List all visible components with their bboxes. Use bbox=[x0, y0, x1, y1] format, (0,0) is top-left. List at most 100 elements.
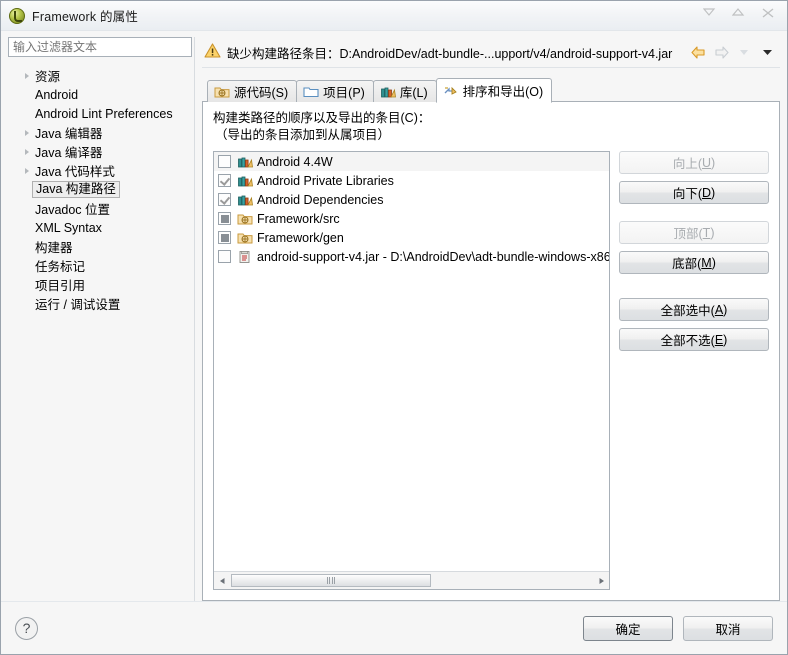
list-item[interactable]: Android Private Libraries bbox=[214, 171, 609, 190]
tab-projects[interactable]: 项目(P) bbox=[296, 80, 374, 102]
move-up-label: 向上( bbox=[672, 157, 702, 171]
window-controls bbox=[696, 3, 781, 22]
sidebar-item-xml-syntax[interactable]: XML Syntax bbox=[8, 218, 192, 237]
move-top-mnemonic: T bbox=[702, 225, 711, 240]
move-bottom-tail: ) bbox=[711, 255, 716, 270]
order-export-icon bbox=[443, 83, 459, 99]
select-all-mnemonic: A bbox=[714, 302, 724, 317]
sidebar-item-label: 项目引用 bbox=[35, 279, 86, 293]
entry-checkbox[interactable] bbox=[218, 155, 231, 168]
ok-button[interactable]: 确定 bbox=[583, 615, 673, 641]
deselect-all-tail: ) bbox=[723, 332, 728, 347]
eclipse-icon bbox=[9, 7, 25, 24]
arrow-left-icon[interactable] bbox=[214, 573, 230, 588]
entry-checkbox[interactable] bbox=[218, 250, 231, 263]
arrow-right-icon[interactable] bbox=[593, 573, 609, 588]
sidebar-item-builders[interactable]: 构建器 bbox=[8, 237, 192, 256]
move-bottom-button[interactable]: 底部(M) bbox=[619, 251, 769, 274]
scrollbar-thumb[interactable] bbox=[231, 574, 431, 587]
list-item[interactable]: Framework/src bbox=[214, 209, 609, 228]
library-icon bbox=[237, 154, 253, 170]
move-top-tail: ) bbox=[710, 225, 715, 240]
warning-icon bbox=[204, 43, 221, 61]
library-icon bbox=[237, 192, 253, 208]
sidebar-item-android-lint-preferences[interactable]: Android Lint Preferences bbox=[8, 104, 192, 123]
move-bottom-label: 底部( bbox=[672, 257, 702, 271]
tab-libraries[interactable]: 库(L) bbox=[372, 80, 437, 102]
cancel-button[interactable]: 取消 bbox=[683, 615, 773, 641]
sidebar-item-java-editor[interactable]: Java 编辑器 bbox=[8, 123, 192, 142]
tab-label: 项目(P) bbox=[323, 86, 365, 100]
expand-arrow-icon[interactable] bbox=[20, 73, 33, 79]
entry-label: Framework/gen bbox=[257, 230, 344, 245]
move-down-label: 向下( bbox=[672, 187, 702, 201]
sidebar-item-resource[interactable]: 资源 bbox=[8, 66, 192, 85]
sidebar-item-label: Java 编译器 bbox=[35, 146, 103, 160]
entry-label: Android 4.4W bbox=[257, 154, 333, 169]
select-all-label: 全部选中( bbox=[660, 304, 715, 318]
entry-checkbox[interactable] bbox=[218, 174, 231, 187]
help-button[interactable]: ? bbox=[15, 616, 38, 640]
entries-and-actions: Android 4.4W Android Private Libraries A… bbox=[213, 151, 769, 590]
sidebar-item-run-debug-settings[interactable]: 运行 / 调试设置 bbox=[8, 294, 192, 313]
settings-page: 缺少构建路径条目：D:AndroidDev/adt-bundle-...uppo… bbox=[194, 37, 780, 601]
deselect-all-button[interactable]: 全部不选(E) bbox=[619, 328, 769, 351]
expand-arrow-icon[interactable] bbox=[20, 130, 33, 136]
sidebar-item-project-references[interactable]: 项目引用 bbox=[8, 275, 192, 294]
move-down-button[interactable]: 向下(D) bbox=[619, 181, 769, 204]
classpath-entries-list[interactable]: Android 4.4W Android Private Libraries A… bbox=[213, 151, 610, 590]
tab-order-and-export[interactable]: 排序和导出(O) bbox=[435, 78, 553, 103]
jar-icon bbox=[237, 249, 253, 265]
sidebar-item-java-build-path[interactable]: Java 构建路径 bbox=[8, 180, 192, 199]
entry-label: Framework/src bbox=[257, 211, 340, 226]
forward-dropdown-chevron-down-icon[interactable] bbox=[733, 41, 755, 63]
select-all-button[interactable]: 全部选中(A) bbox=[619, 298, 769, 321]
menu-chevron-down-icon[interactable] bbox=[756, 41, 778, 63]
message-bar: 缺少构建路径条目：D:AndroidDev/adt-bundle-...uppo… bbox=[202, 37, 780, 68]
dialog-footer: ? 确定 取消 bbox=[1, 601, 787, 654]
entries-container: Android 4.4W Android Private Libraries A… bbox=[214, 152, 609, 571]
move-up-tail: ) bbox=[711, 155, 716, 170]
order-action-buttons: 向上(U) 向下(D) 顶部(T) 底部(M) 全部选中(A) 全部不… bbox=[619, 151, 769, 590]
horizontal-scrollbar[interactable] bbox=[214, 571, 609, 589]
settings-sidebar: 资源 Android Android Lint Preferences Java… bbox=[8, 37, 194, 601]
library-icon bbox=[237, 173, 253, 189]
move-up-button[interactable]: 向上(U) bbox=[619, 151, 769, 174]
sidebar-item-java-compiler[interactable]: Java 编译器 bbox=[8, 142, 192, 161]
maximize-icon[interactable] bbox=[725, 3, 752, 22]
tab-source[interactable]: 源代码(S) bbox=[207, 80, 298, 102]
sidebar-item-label: 任务标记 bbox=[35, 260, 86, 274]
scrollbar-track[interactable] bbox=[230, 573, 593, 588]
list-item[interactable]: Android Dependencies bbox=[214, 190, 609, 209]
sidebar-item-javadoc-location[interactable]: Javadoc 位置 bbox=[8, 199, 192, 218]
build-path-tabs: 源代码(S) 项目(P) 库(L) 排序和导出(O) bbox=[202, 77, 780, 103]
list-item[interactable]: android-support-v4.jar - D:\AndroidDev\a… bbox=[214, 247, 609, 266]
sidebar-item-label: 运行 / 调试设置 bbox=[35, 298, 121, 312]
close-icon[interactable] bbox=[754, 3, 781, 22]
tab-label: 排序和导出(O) bbox=[462, 85, 544, 99]
minimize-icon[interactable] bbox=[696, 3, 723, 22]
sidebar-item-label: 资源 bbox=[35, 70, 61, 84]
sidebar-item-java-code-style[interactable]: Java 代码样式 bbox=[8, 161, 192, 180]
move-down-mnemonic: D bbox=[701, 185, 712, 200]
sidebar-item-label: Android Lint Preferences bbox=[35, 106, 173, 121]
warning-message: 缺少构建路径条目：D:AndroidDev/adt-bundle-...uppo… bbox=[227, 46, 673, 61]
sidebar-item-android[interactable]: Android bbox=[8, 85, 192, 104]
tab-label: 源代码(S) bbox=[234, 86, 289, 100]
entry-checkbox[interactable] bbox=[218, 193, 231, 206]
select-all-tail: ) bbox=[723, 302, 728, 317]
expand-arrow-icon[interactable] bbox=[20, 149, 33, 155]
expand-arrow-icon[interactable] bbox=[20, 168, 33, 174]
list-item[interactable]: Framework/gen bbox=[214, 228, 609, 247]
move-top-button[interactable]: 顶部(T) bbox=[619, 221, 769, 244]
order-and-export-panel: 构建类路径的顺序以及导出的条目(C)： （导出的条目添加到从属项目） Andro… bbox=[202, 101, 780, 601]
sidebar-item-label: Javadoc 位置 bbox=[35, 203, 111, 217]
filter-input[interactable] bbox=[8, 37, 192, 57]
back-arrow-icon[interactable] bbox=[687, 41, 709, 63]
library-icon bbox=[380, 84, 396, 100]
sidebar-item-label: Android bbox=[35, 87, 79, 102]
list-item[interactable]: Android 4.4W bbox=[214, 152, 609, 171]
instruction-line-1: 构建类路径的顺序以及导出的条目(C)： bbox=[213, 111, 431, 125]
sidebar-item-task-tags[interactable]: 任务标记 bbox=[8, 256, 192, 275]
dialog-action-buttons: 确定 取消 bbox=[583, 615, 773, 641]
